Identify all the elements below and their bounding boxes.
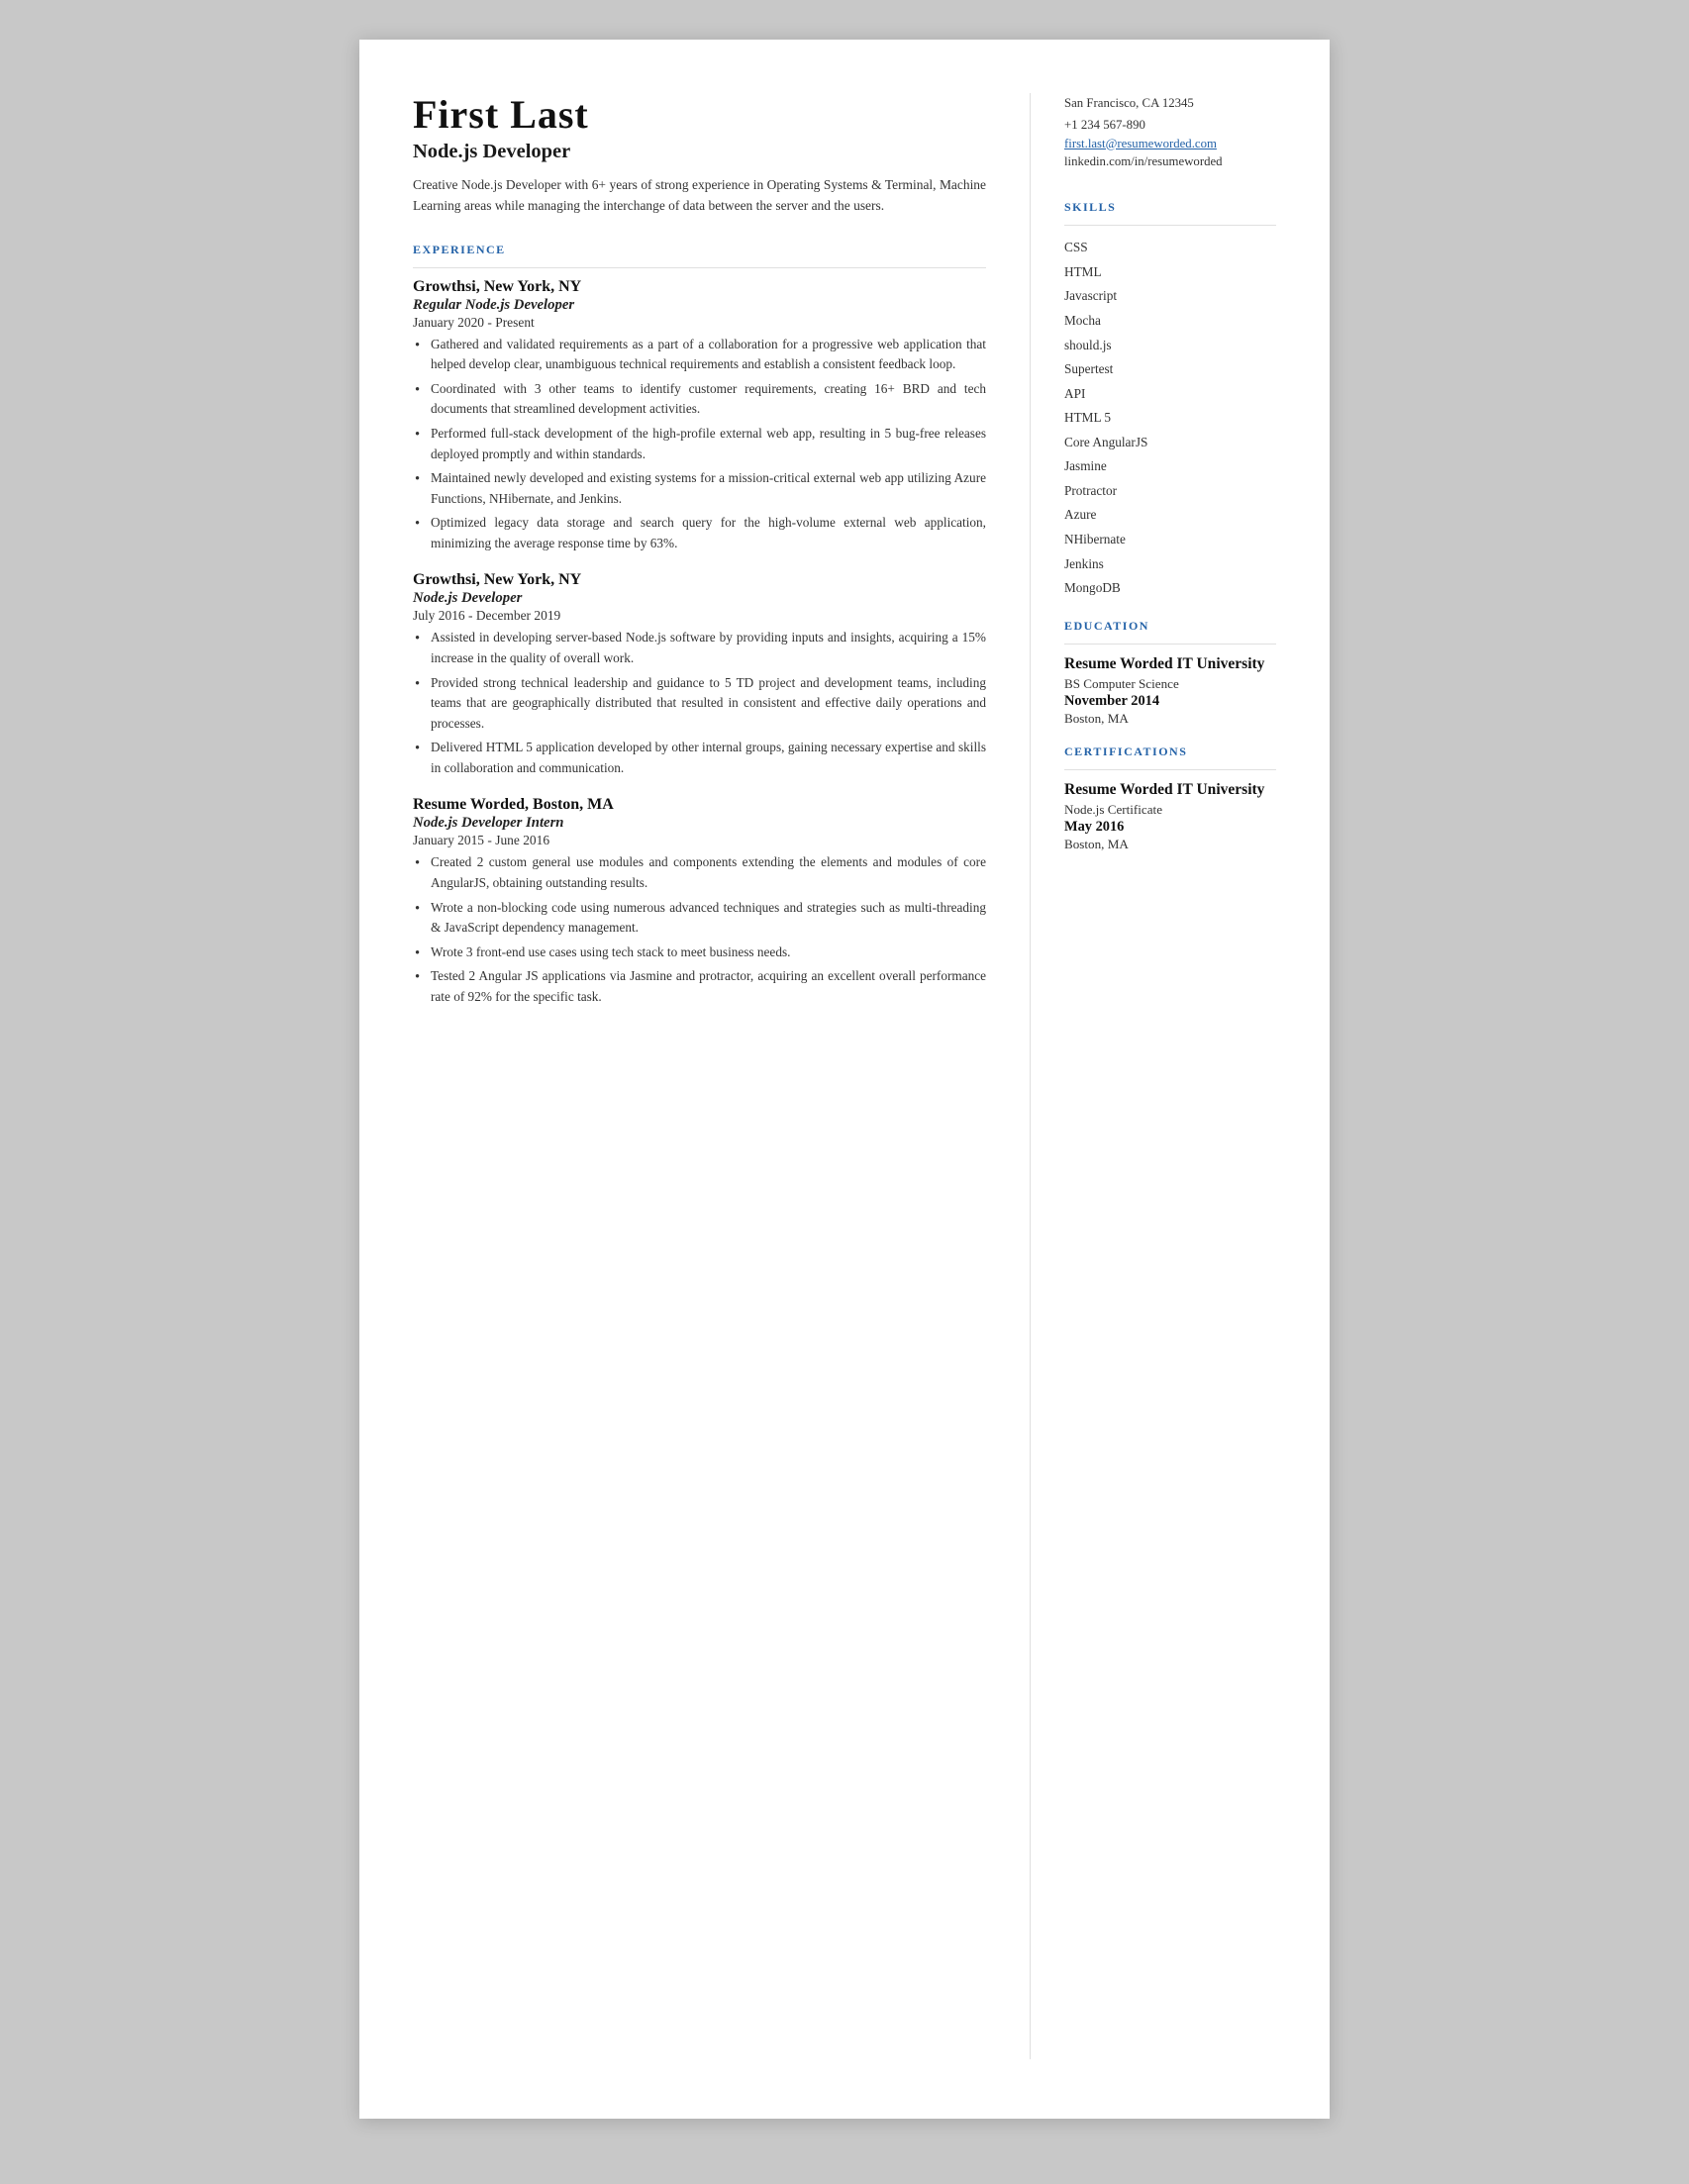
skills-section: SKILLS CSS HTML Javascript Mocha should.… [1064,200,1276,600]
contact-phone: +1 234 567-890 [1064,115,1276,137]
skill-item: Jenkins [1064,552,1276,577]
job-2-company: Growthsi, New York, NY [413,571,986,589]
cert-name: Node.js Certificate [1064,802,1276,818]
bullet-item: Performed full-stack development of the … [413,424,986,464]
bullet-item: Wrote a non-blocking code using numerous… [413,898,986,939]
skill-item: Mocha [1064,309,1276,334]
education-section: EDUCATION Resume Worded IT University BS… [1064,619,1276,727]
skill-item: HTML [1064,260,1276,285]
skill-item: Protractor [1064,479,1276,504]
job-1-company: Growthsi, New York, NY [413,278,986,296]
certification-block: Resume Worded IT University Node.js Cert… [1064,780,1276,852]
cert-school: Resume Worded IT University [1064,780,1276,800]
job-2-bullets: Assisted in developing server-based Node… [413,628,986,778]
cert-location: Boston, MA [1064,837,1276,852]
skill-item: API [1064,382,1276,407]
education-label: EDUCATION [1064,619,1276,634]
skill-item: Javascript [1064,284,1276,309]
right-column: San Francisco, CA 12345 +1 234 567-890 f… [1031,93,1276,2059]
experience-divider [413,267,986,268]
cert-date: May 2016 [1064,819,1276,836]
bullet-item: Optimized legacy data storage and search… [413,513,986,553]
candidate-summary: Creative Node.js Developer with 6+ years… [413,175,986,217]
experience-label: EXPERIENCE [413,243,986,257]
bullet-item: Delivered HTML 5 application developed b… [413,738,986,778]
job-1-dates: January 2020 - Present [413,315,986,331]
bullet-item: Provided strong technical leadership and… [413,673,986,735]
skills-divider [1064,225,1276,226]
skill-item: MongoDB [1064,576,1276,601]
edu-degree: BS Computer Science [1064,676,1276,692]
job-1-bullets: Gathered and validated requirements as a… [413,335,986,554]
bullet-item: Assisted in developing server-based Node… [413,628,986,668]
job-3-bullets: Created 2 custom general use modules and… [413,852,986,1007]
candidate-name: First Last [413,93,986,137]
contact-address: San Francisco, CA 12345 [1064,93,1276,115]
job-2-role: Node.js Developer [413,590,986,607]
certifications-divider [1064,769,1276,770]
job-3-company: Resume Worded, Boston, MA [413,796,986,814]
education-divider [1064,644,1276,645]
bullet-item: Coordinated with 3 other teams to identi… [413,379,986,420]
job-3-dates: January 2015 - June 2016 [413,833,986,848]
contact-block: San Francisco, CA 12345 +1 234 567-890 f… [1064,93,1276,172]
resume-page: First Last Node.js Developer Creative No… [359,40,1330,2119]
job-block-1: Growthsi, New York, NY Regular Node.js D… [413,278,986,554]
skills-label: SKILLS [1064,200,1276,215]
skills-list: CSS HTML Javascript Mocha should.js Supe… [1064,236,1276,600]
left-column: First Last Node.js Developer Creative No… [413,93,1031,2059]
bullet-item: Tested 2 Angular JS applications via Jas… [413,966,986,1007]
job-2-dates: July 2016 - December 2019 [413,608,986,624]
certifications-section: CERTIFICATIONS Resume Worded IT Universi… [1064,745,1276,852]
edu-school: Resume Worded IT University [1064,654,1276,674]
skill-item: Jasmine [1064,454,1276,479]
skill-item: NHibernate [1064,528,1276,552]
contact-linkedin: linkedin.com/in/resumeworded [1064,151,1276,173]
skill-item: CSS [1064,236,1276,260]
bullet-item: Gathered and validated requirements as a… [413,335,986,375]
certifications-label: CERTIFICATIONS [1064,745,1276,759]
bullet-item: Created 2 custom general use modules and… [413,852,986,893]
contact-email[interactable]: first.last@resumeworded.com [1064,137,1276,151]
job-3-role: Node.js Developer Intern [413,815,986,832]
skill-item: HTML 5 [1064,406,1276,431]
edu-date: November 2014 [1064,693,1276,710]
job-block-3: Resume Worded, Boston, MA Node.js Develo… [413,796,986,1007]
skill-item: Azure [1064,503,1276,528]
skill-item: Supertest [1064,357,1276,382]
job-1-role: Regular Node.js Developer [413,297,986,314]
bullet-item: Wrote 3 front-end use cases using tech s… [413,943,986,963]
edu-location: Boston, MA [1064,711,1276,727]
skill-item: Core AngularJS [1064,431,1276,455]
skill-item: should.js [1064,334,1276,358]
candidate-title: Node.js Developer [413,141,986,163]
job-block-2: Growthsi, New York, NY Node.js Developer… [413,571,986,778]
education-block: Resume Worded IT University BS Computer … [1064,654,1276,727]
bullet-item: Maintained newly developed and existing … [413,468,986,509]
